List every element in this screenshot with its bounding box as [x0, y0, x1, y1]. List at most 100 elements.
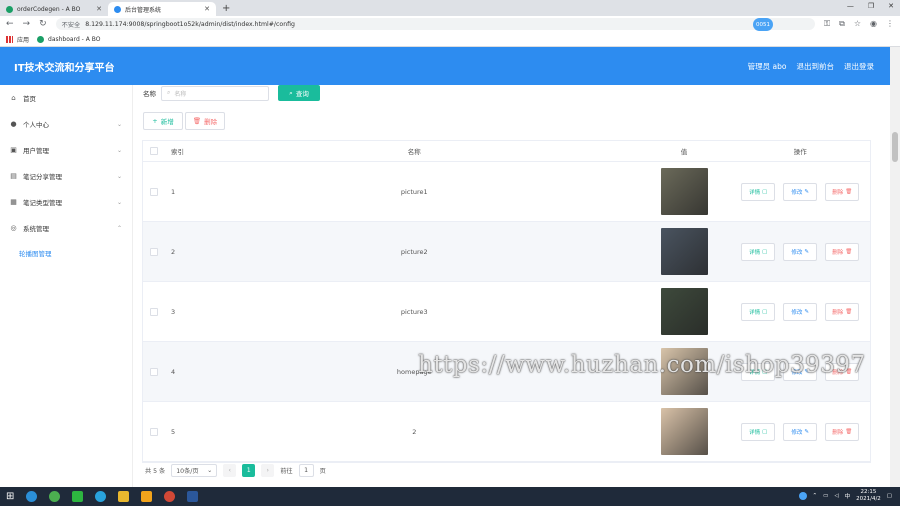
main-content: 名称 ⌕ 名称 ⌕ 查询 + 新增 🗑 删除 索引 名称 值 操作 1 pict…	[133, 85, 890, 487]
clock[interactable]: 22:15 2021/4/2	[856, 489, 881, 503]
table-row: 5 2 详情 ▢ 修改 ✎ 删除 🗑	[143, 402, 870, 462]
select-all-checkbox[interactable]	[149, 147, 158, 155]
back-icon[interactable]: ←	[6, 19, 14, 29]
close-window-icon[interactable]: ✕	[888, 2, 894, 10]
sidebar-item-label: 个人中心	[23, 121, 49, 129]
note-icon: ▤	[10, 172, 17, 180]
sidebar-item-carousel[interactable]: 轮播图管理	[0, 241, 132, 265]
table-header: 索引 名称 值 操作	[143, 141, 870, 162]
edit-button[interactable]: 修改 ✎	[783, 182, 818, 201]
detail-label: 详情	[749, 189, 761, 196]
goto-suffix: 页	[319, 468, 326, 475]
chrome-icon[interactable]	[164, 491, 176, 502]
key-icon[interactable]: ⚿	[824, 19, 830, 29]
file-icon: ▢	[762, 248, 768, 255]
delete-button[interactable]: 删除 🗑	[825, 422, 860, 441]
page-scrollbar[interactable]	[890, 47, 900, 487]
row-checkbox[interactable]	[149, 307, 158, 316]
maximize-icon[interactable]: ❐	[868, 2, 874, 10]
minimize-icon[interactable]: —	[847, 2, 854, 10]
detail-button[interactable]: 详情 ▢	[741, 242, 776, 261]
bookmark-apps[interactable]: 应用	[6, 35, 29, 44]
volume-icon[interactable]: ◁	[834, 493, 838, 499]
sidebar-item-users[interactable]: ▣ 用户管理 ⌄	[0, 137, 132, 163]
sidebar-item-profile[interactable]: ● 个人中心 ⌄	[0, 111, 132, 137]
trash-icon: 🗑	[845, 308, 853, 315]
edit-button[interactable]: 修改 ✎	[783, 422, 818, 441]
folder-icon[interactable]	[118, 491, 130, 502]
sidebar-item-system[interactable]: ◎ 系统管理 ⌃	[0, 215, 132, 241]
url-field[interactable]: 不安全 8.129.11.174:9008/springboot1o52k/ad…	[55, 18, 816, 30]
ime-indicator[interactable]: 中	[845, 492, 851, 500]
row-index: 2	[170, 247, 176, 256]
sidebar: ⌂ 首页 ● 个人中心 ⌄ ▣ 用户管理 ⌄ ▤ 笔记分享管理 ⌄ ▦ 笔记类型…	[0, 85, 133, 487]
browser-tab-1[interactable]: orderCodegen - A BO ✕	[0, 2, 108, 16]
chevron-up-icon[interactable]: ⌃	[813, 493, 818, 499]
detail-button[interactable]: 详情 ▢	[741, 422, 776, 441]
delete-label: 删除	[832, 429, 844, 436]
batch-delete-button[interactable]: 🗑 删除	[185, 112, 225, 130]
detail-label: 详情	[749, 309, 761, 316]
delete-button[interactable]: 删除 🗑	[825, 302, 860, 321]
star-icon[interactable]: ☆	[854, 19, 861, 29]
delete-button[interactable]: 删除 🗑	[825, 182, 860, 201]
sidebar-item-notes[interactable]: ▤ 笔记分享管理 ⌄	[0, 163, 132, 189]
delete-button[interactable]: 删除 🗑	[825, 242, 860, 261]
os-taskbar: ⊞ ⌃ ▭ ◁ 中 22:15 2021/4/2 ▢	[0, 487, 900, 506]
scrollbar-thumb[interactable]	[892, 132, 898, 162]
detail-button[interactable]: 详情 ▢	[741, 182, 776, 201]
word-icon[interactable]	[187, 491, 199, 502]
network-icon[interactable]: ▭	[823, 493, 828, 499]
name-search-input[interactable]: ⌕ 名称	[161, 85, 269, 101]
table-body: 1 picture1 详情 ▢ 修改 ✎ 删除 🗑 2 picture2 详情 ▢ 修改…	[143, 162, 870, 462]
edit-button[interactable]: 修改 ✎	[783, 302, 818, 321]
row-checkbox[interactable]	[149, 367, 158, 376]
page-number-current[interactable]: 1	[242, 464, 256, 477]
row-image-thumbnail	[660, 408, 708, 455]
windows-start-icon[interactable]: ⊞	[6, 491, 14, 502]
wechat-small-icon[interactable]	[49, 491, 61, 502]
notification-icon[interactable]: ▢	[887, 493, 892, 499]
browser-tab-2[interactable]: 后台管理系统 ✕	[108, 2, 216, 16]
row-image-thumbnail	[660, 168, 708, 215]
page-size-value: 10条/页	[176, 468, 199, 475]
menu-icon[interactable]: ⋮	[886, 19, 894, 29]
logout-link[interactable]: 退出登录	[844, 61, 874, 72]
tab-title: 后台管理系统	[125, 6, 162, 14]
bookmark-dashboard[interactable]: dashboard - A BO	[37, 35, 100, 43]
row-index: 1	[170, 187, 176, 196]
add-button-label: 新增	[160, 118, 174, 126]
close-icon[interactable]: ✕	[204, 5, 210, 13]
forward-icon[interactable]: →	[23, 19, 31, 29]
table-row: 3 picture3 详情 ▢ 修改 ✎ 删除 🗑	[143, 282, 870, 342]
new-tab-icon[interactable]: +	[216, 2, 236, 16]
add-button[interactable]: + 新增	[143, 112, 183, 130]
query-button[interactable]: ⌕ 查询	[278, 85, 320, 101]
prev-page-button[interactable]: ‹	[223, 464, 237, 477]
bookmark-label: 应用	[17, 36, 30, 44]
window-controls: — ❐ ✕	[847, 2, 894, 10]
row-checkbox[interactable]	[149, 427, 158, 436]
row-checkbox[interactable]	[149, 187, 158, 196]
edge-icon[interactable]	[26, 491, 38, 502]
table-row: 2 picture2 详情 ▢ 修改 ✎ 删除 🗑	[143, 222, 870, 282]
wechat-icon[interactable]	[72, 491, 84, 502]
search-app-icon[interactable]	[95, 491, 107, 502]
detail-button[interactable]: 详情 ▢	[741, 302, 776, 321]
page-size-select[interactable]: 10条/页 ⌄	[171, 464, 218, 477]
app-icon[interactable]	[141, 491, 153, 502]
edit-button[interactable]: 修改 ✎	[783, 242, 818, 261]
sidebar-item-note-types[interactable]: ▦ 笔记类型管理 ⌄	[0, 189, 132, 215]
header-value: 值	[680, 148, 688, 156]
goto-page-input[interactable]: 1	[298, 464, 314, 477]
sidebar-item-home[interactable]: ⌂ 首页	[0, 85, 132, 111]
reload-icon[interactable]: ↻	[39, 19, 47, 29]
next-page-button[interactable]: ›	[261, 464, 275, 477]
help-icon[interactable]	[798, 492, 807, 500]
translate-icon[interactable]: ⧉	[839, 19, 845, 29]
close-icon[interactable]: ✕	[96, 5, 102, 13]
row-checkbox[interactable]	[149, 247, 158, 256]
back-to-front-link[interactable]: 退出到前台	[797, 61, 835, 72]
profile-icon[interactable]: ◉	[870, 19, 877, 29]
file-icon: ▢	[762, 308, 768, 315]
